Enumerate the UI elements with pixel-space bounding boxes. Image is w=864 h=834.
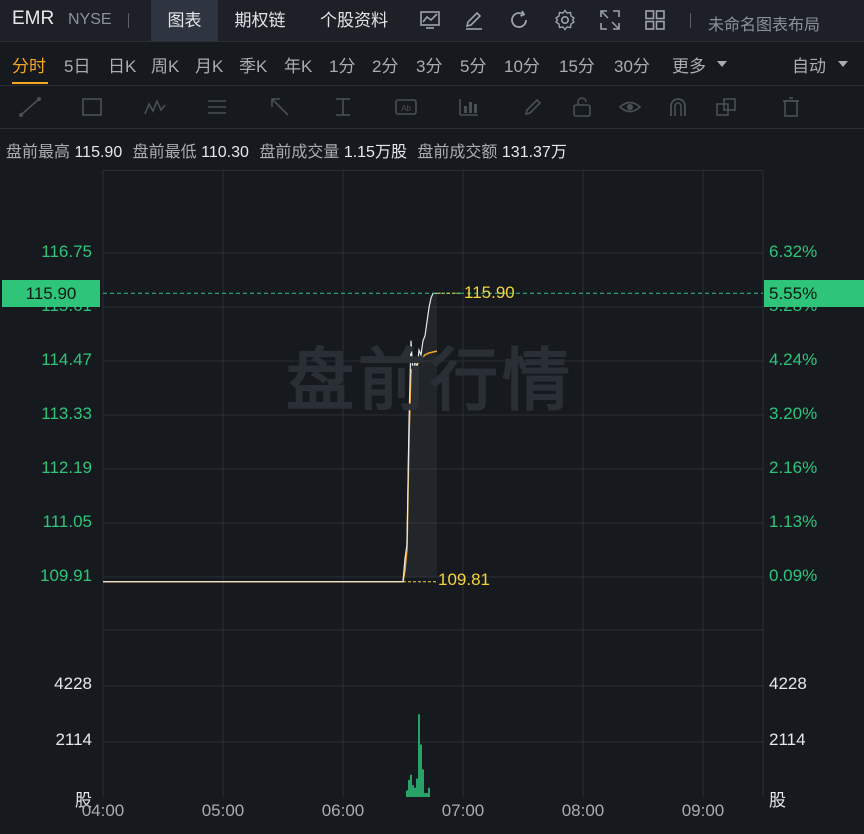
volume-unit: 股 [769, 791, 786, 810]
current-percent-badge: 5.55% [764, 280, 864, 307]
price-tick: 111.05 [42, 512, 92, 531]
price-tick: 113.33 [41, 404, 92, 423]
chart-watermark: 盘前行情 [286, 343, 575, 419]
volume-bar [428, 787, 430, 797]
price-tick: 114.47 [41, 350, 92, 369]
volume-bar [406, 790, 408, 797]
volume-bar [424, 793, 426, 797]
time-tick: 04:00 [81, 801, 125, 820]
volume-bar [414, 787, 416, 797]
volume-bar [412, 785, 414, 797]
price-tick: 116.75 [41, 242, 92, 261]
volume-bar [422, 769, 424, 797]
percent-tick: 1.13% [769, 512, 818, 531]
volume-tick: 4228 [54, 674, 92, 693]
percent-tick: 2.16% [769, 458, 818, 477]
price-tick: 109.91 [40, 566, 92, 585]
volume-bars [406, 714, 430, 797]
low-price-marker: 109.81 [438, 570, 490, 589]
volume-bar [420, 744, 422, 797]
percent-tick: 3.20% [769, 404, 818, 423]
price-tick: 112.19 [41, 458, 92, 477]
high-price-marker: 115.90 [464, 283, 515, 302]
volume-tick: 4228 [769, 674, 807, 693]
volume-bar [418, 714, 420, 797]
volume-bar [426, 793, 428, 797]
volume-bar [416, 778, 418, 797]
percent-tick: 4.24% [769, 350, 818, 369]
percent-tick: 6.32% [769, 242, 818, 261]
volume-tick: 2114 [769, 730, 806, 749]
chart-top-border [103, 170, 763, 171]
volume-bar [408, 779, 410, 797]
current-price-badge: 115.90 [2, 280, 100, 307]
volume-bar [410, 774, 412, 797]
percent-tick: 0.09% [769, 566, 818, 585]
time-tick: 08:00 [561, 801, 605, 820]
time-tick: 09:00 [681, 801, 725, 820]
time-tick: 05:00 [201, 801, 245, 820]
time-tick: 07:00 [441, 801, 485, 820]
time-tick: 06:00 [321, 801, 365, 820]
volume-tick: 2114 [55, 730, 92, 749]
